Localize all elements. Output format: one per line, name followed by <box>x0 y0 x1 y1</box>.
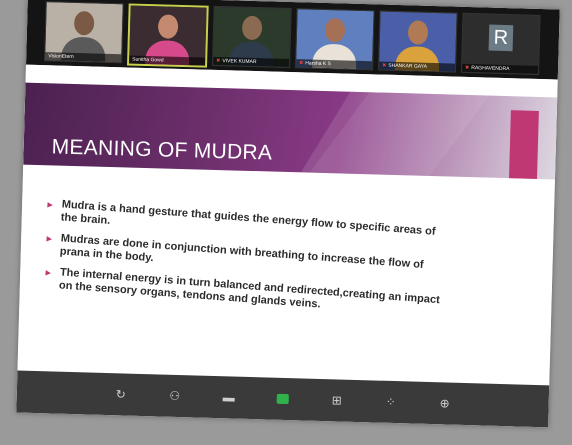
chat-icon[interactable]: ▬ <box>221 390 237 404</box>
muted-mic-icon: ✖ <box>216 57 221 65</box>
participant-tile[interactable]: ✖ VIVEK KUMAR <box>212 5 292 68</box>
share-screen-icon[interactable] <box>275 392 291 406</box>
shared-slide: MEANING OF MUDRA ► Mudra is a hand gestur… <box>17 64 558 386</box>
bullet-arrow-icon: ► <box>43 267 54 278</box>
more-icon[interactable]: ⊕ <box>436 396 452 410</box>
view-icon[interactable]: ⊞ <box>329 393 345 407</box>
slide-title: MEANING OF MUDRA <box>51 135 273 165</box>
bullet-arrow-icon: ► <box>44 233 55 244</box>
slide-bullet-list: ► Mudra is a hand gesture that guides the… <box>43 197 456 310</box>
participant-name: ✖ RAGHAVENDRA <box>461 63 539 74</box>
accent-tab <box>508 110 539 180</box>
slide-title-band: MEANING OF MUDRA <box>23 82 558 180</box>
muted-mic-icon: ✖ <box>299 60 304 67</box>
participant-tile[interactable]: ✖ Harsha K S <box>294 8 375 71</box>
participant-tile[interactable]: VisionEtern <box>44 1 124 64</box>
muted-mic-icon: ✖ <box>382 62 387 69</box>
refresh-icon[interactable]: ↻ <box>113 387 129 401</box>
muted-mic-icon: ✖ <box>464 64 470 72</box>
participant-tile[interactable]: ✖ SHANKAR GAYA <box>377 10 458 73</box>
participant-name: Sunitha Gowd <box>129 55 206 66</box>
participants-icon[interactable]: ⚇ <box>167 389 183 403</box>
meeting-window: VisionEtern Sunitha Gowd ✖ VIVEK KUMAR ✖ H… <box>16 0 560 428</box>
participant-tile[interactable]: R ✖ RAGHAVENDRA <box>460 12 541 75</box>
participant-name: ✖ SHANKAR GAYA <box>378 61 456 72</box>
bullet-arrow-icon: ► <box>45 199 56 210</box>
participant-avatar-initial: R <box>488 24 514 52</box>
participant-name: VisionEtern <box>45 52 122 63</box>
participant-tile-active-speaker[interactable]: Sunitha Gowd <box>127 3 209 68</box>
participant-name: ✖ VIVEK KUMAR <box>213 56 290 67</box>
apps-icon[interactable]: ⁘ <box>383 395 399 409</box>
participant-name: ✖ Harsha K S <box>296 59 373 70</box>
